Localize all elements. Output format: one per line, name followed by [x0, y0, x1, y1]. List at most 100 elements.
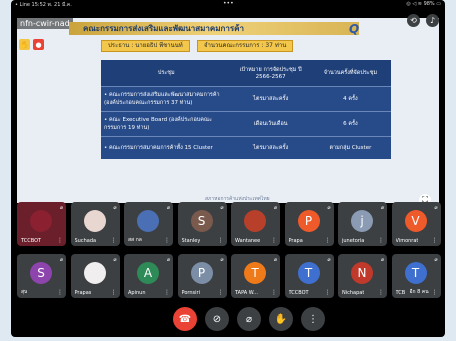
tile-menu-icon[interactable]: ⋮ [325, 237, 331, 244]
participant-tile[interactable]: ⌀ สส กล ⋮ [124, 202, 173, 246]
participant-tile[interactable]: P ⌀ Prapa ⋮ [284, 202, 334, 246]
tile-menu-icon[interactable]: ⋮ [378, 237, 384, 244]
mic-muted-icon: ⌀ [113, 257, 117, 263]
status-bar: • Line 15:52 พ. 21 มี.ค. ••• ◎ ◁ ≋ 98% ▭ [11, 0, 445, 9]
tile-menu-icon[interactable]: ⋮ [325, 289, 331, 296]
tile-menu-icon[interactable]: ⋮ [111, 289, 117, 296]
avatar: T [404, 262, 427, 284]
participant-name: TAPA W... [235, 290, 258, 296]
participant-name: สส กล [128, 237, 142, 243]
avatar: S [190, 210, 213, 232]
avatar: N [351, 262, 373, 284]
tile-menu-icon[interactable]: ⋮ [218, 237, 224, 244]
mic-muted-icon: ⌀ [380, 257, 384, 263]
participant-name: Prapas [74, 290, 92, 296]
avatar [137, 210, 159, 232]
participant-tile[interactable]: ⌀ Suchada ⋮ [70, 202, 120, 246]
meeting-table: ประชุม เป้าหมาย การจัดประชุม ปี 2566-256… [101, 60, 391, 159]
committee-count-pill: จำนวนคณะกรรมการ : 37 ท่าน [197, 40, 294, 52]
tile-menu-icon[interactable]: ⋮ [57, 289, 63, 296]
tile-menu-icon[interactable]: ⋮ [57, 237, 63, 244]
mic-muted-icon: ⌀ [166, 205, 170, 211]
table-header: เป้าหมาย การจัดประชุม ปี 2566-2567 [231, 60, 310, 87]
participant-tile[interactable]: j ⌀ junetoria ⋮ [338, 202, 387, 246]
status-right: ◎ ◁ ≋ 98% ▭ [406, 1, 441, 7]
mic-muted-icon: ⌀ [59, 205, 63, 211]
mic-muted-icon: ⌀ [220, 257, 224, 263]
table-header: จำนวนครั้งที่จัดประชุม [309, 60, 391, 87]
speaker-icon[interactable]: ♪ [426, 14, 439, 27]
participant-name: Apinun [128, 290, 146, 296]
participant-tile[interactable]: ⌀ Prapas ⋮ [70, 254, 120, 298]
participant-tile[interactable]: S ⌀ สุน ⋮ [17, 254, 66, 298]
status-left: • Line 15:52 พ. 21 มี.ค. [15, 2, 72, 8]
tile-menu-icon[interactable]: ⋮ [164, 289, 170, 296]
participant-tile[interactable]: P ⌀ Pornsiri ⋮ [177, 254, 227, 298]
tile-menu-icon[interactable]: ⋮ [218, 289, 224, 296]
raise-hand-icon[interactable]: ✋ [269, 307, 293, 331]
participant-name: สุน [21, 289, 28, 295]
table-cell: • คณะ Executive Board (องค์ประกอบคณะกรรม… [101, 111, 232, 137]
camera-off-icon[interactable]: ⊘ [205, 307, 229, 331]
avatar: j [351, 210, 373, 232]
top-right-icons: ⟲ ♪ [407, 14, 439, 27]
avatar: P [190, 262, 213, 284]
participant-name: Pornsiri [181, 290, 200, 296]
avatar: S [30, 262, 52, 284]
mic-muted-icon: ⌀ [434, 205, 438, 211]
call-controls: ☎ ⊘ ⌀ ✋ ⋮ [173, 307, 325, 331]
mic-muted-icon: ⌀ [166, 257, 170, 263]
avatar: T [297, 262, 320, 284]
mic-muted-icon: ⌀ [327, 205, 331, 211]
participant-tile[interactable]: N ⌀ Nichapat ⋮ [338, 254, 387, 298]
participant-name: Prapa [288, 238, 303, 244]
participant-name: Stanley [181, 238, 201, 244]
avatar: A [137, 262, 159, 284]
table-header-row: ประชุม เป้าหมาย การจัดประชุม ปี 2566-256… [101, 60, 391, 87]
table-cell: ตามกลุ่ม Cluster [309, 136, 391, 159]
tile-menu-icon[interactable]: ⋮ [432, 289, 438, 296]
table-row: • คณะกรรมการสมาคมการค้าทั้ง 15 Cluster ไ… [101, 136, 391, 159]
tile-menu-icon[interactable]: ⋮ [271, 237, 277, 244]
participant-tile[interactable]: S ⌀ Stanley ⋮ [177, 202, 227, 246]
tile-menu-icon[interactable]: ⋮ [164, 237, 170, 244]
participant-name: Suchada [74, 238, 97, 244]
participant-name: TCCBOT [21, 238, 42, 244]
avatar: T [244, 262, 266, 284]
avatar: P [297, 210, 320, 232]
participant-tile[interactable]: ⌀ TCCBOT ⋮ [17, 202, 66, 246]
table-cell: 4 ครั้ง [309, 86, 391, 112]
more-participants[interactable]: อีก 8 คน [410, 288, 429, 296]
meeting-code: nfn-cwir-nad [17, 18, 73, 29]
record-icon[interactable]: ● [33, 39, 44, 50]
tile-menu-icon[interactable]: ⋮ [271, 289, 277, 296]
participant-tile[interactable]: T ⌀ TCCBOT ⋮ [284, 254, 334, 298]
participant-tile[interactable]: ⌀ Wantanee ⋮ [231, 202, 280, 246]
mic-off-icon[interactable]: ⌀ [237, 307, 261, 331]
table-header: ประชุม [101, 60, 232, 87]
tile-menu-icon[interactable]: ⋮ [432, 237, 438, 244]
meeting-window: • Line 15:52 พ. 21 มี.ค. ••• ◎ ◁ ≋ 98% ▭… [11, 0, 445, 337]
avatar [244, 210, 266, 232]
mic-muted-icon: ⌀ [380, 205, 384, 211]
tile-menu-icon[interactable]: ⋮ [111, 237, 117, 244]
hand-icon[interactable]: ✋ [19, 39, 30, 50]
table-cell: • คณะกรรมการส่งเสริมและพัฒนาสมาคมการค้า … [101, 86, 232, 112]
table-cell: เดือนเว้นเดือน [231, 111, 310, 137]
participant-tile[interactable]: T ⌀ TAPA W... ⋮ [231, 254, 280, 298]
end-call-icon[interactable]: ☎ [173, 307, 197, 331]
camera-flip-icon[interactable]: ⟲ [407, 14, 420, 27]
logo: Q [349, 22, 360, 36]
avatar: V [404, 210, 427, 232]
participant-tile[interactable]: T ⌀ TCB ⋮ อีก 8 คน [391, 254, 441, 298]
mic-muted-icon: ⌀ [113, 205, 117, 211]
table-cell: ไตรมาสละครั้ง [231, 86, 310, 112]
more-options-icon[interactable]: ⋮ [301, 307, 325, 331]
participant-tile[interactable]: V ⌀ Vimonrat ⋮ [391, 202, 441, 246]
mic-muted-icon: ⌀ [59, 257, 63, 263]
tile-menu-icon[interactable]: ⋮ [378, 289, 384, 296]
participant-tile[interactable]: A ⌀ Apinun ⋮ [124, 254, 173, 298]
slide-title: คณะกรรมการส่งเสริมและพัฒนาสมาคมการค้า [69, 22, 359, 35]
participant-name: Wantanee [235, 238, 261, 244]
mic-muted-icon: ⌀ [327, 257, 331, 263]
